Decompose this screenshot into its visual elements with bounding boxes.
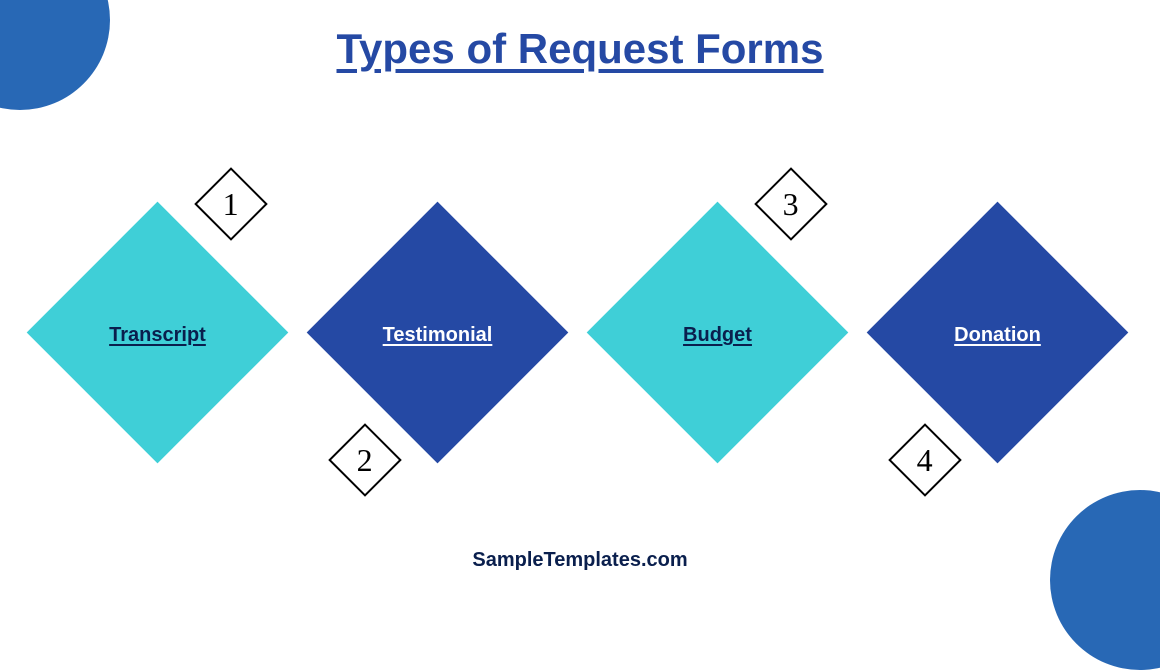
number-badge: 2 [328,423,402,497]
number-text: 4 [917,442,933,479]
item-label: Transcript [65,324,250,347]
item-label: Budget [625,324,810,347]
number-text: 2 [357,442,373,479]
number-text: 1 [223,186,239,223]
number-badge: 3 [754,167,828,241]
number-badge: 1 [194,167,268,241]
item-label: Donation [905,324,1090,347]
corner-decoration-bottom-right [1050,490,1160,670]
footer-text: SampleTemplates.com [0,549,1160,572]
number-text: 3 [783,186,799,223]
number-badge: 4 [888,423,962,497]
page-title: Types of Request Forms [0,25,1160,73]
item-label: Testimonial [345,324,530,347]
